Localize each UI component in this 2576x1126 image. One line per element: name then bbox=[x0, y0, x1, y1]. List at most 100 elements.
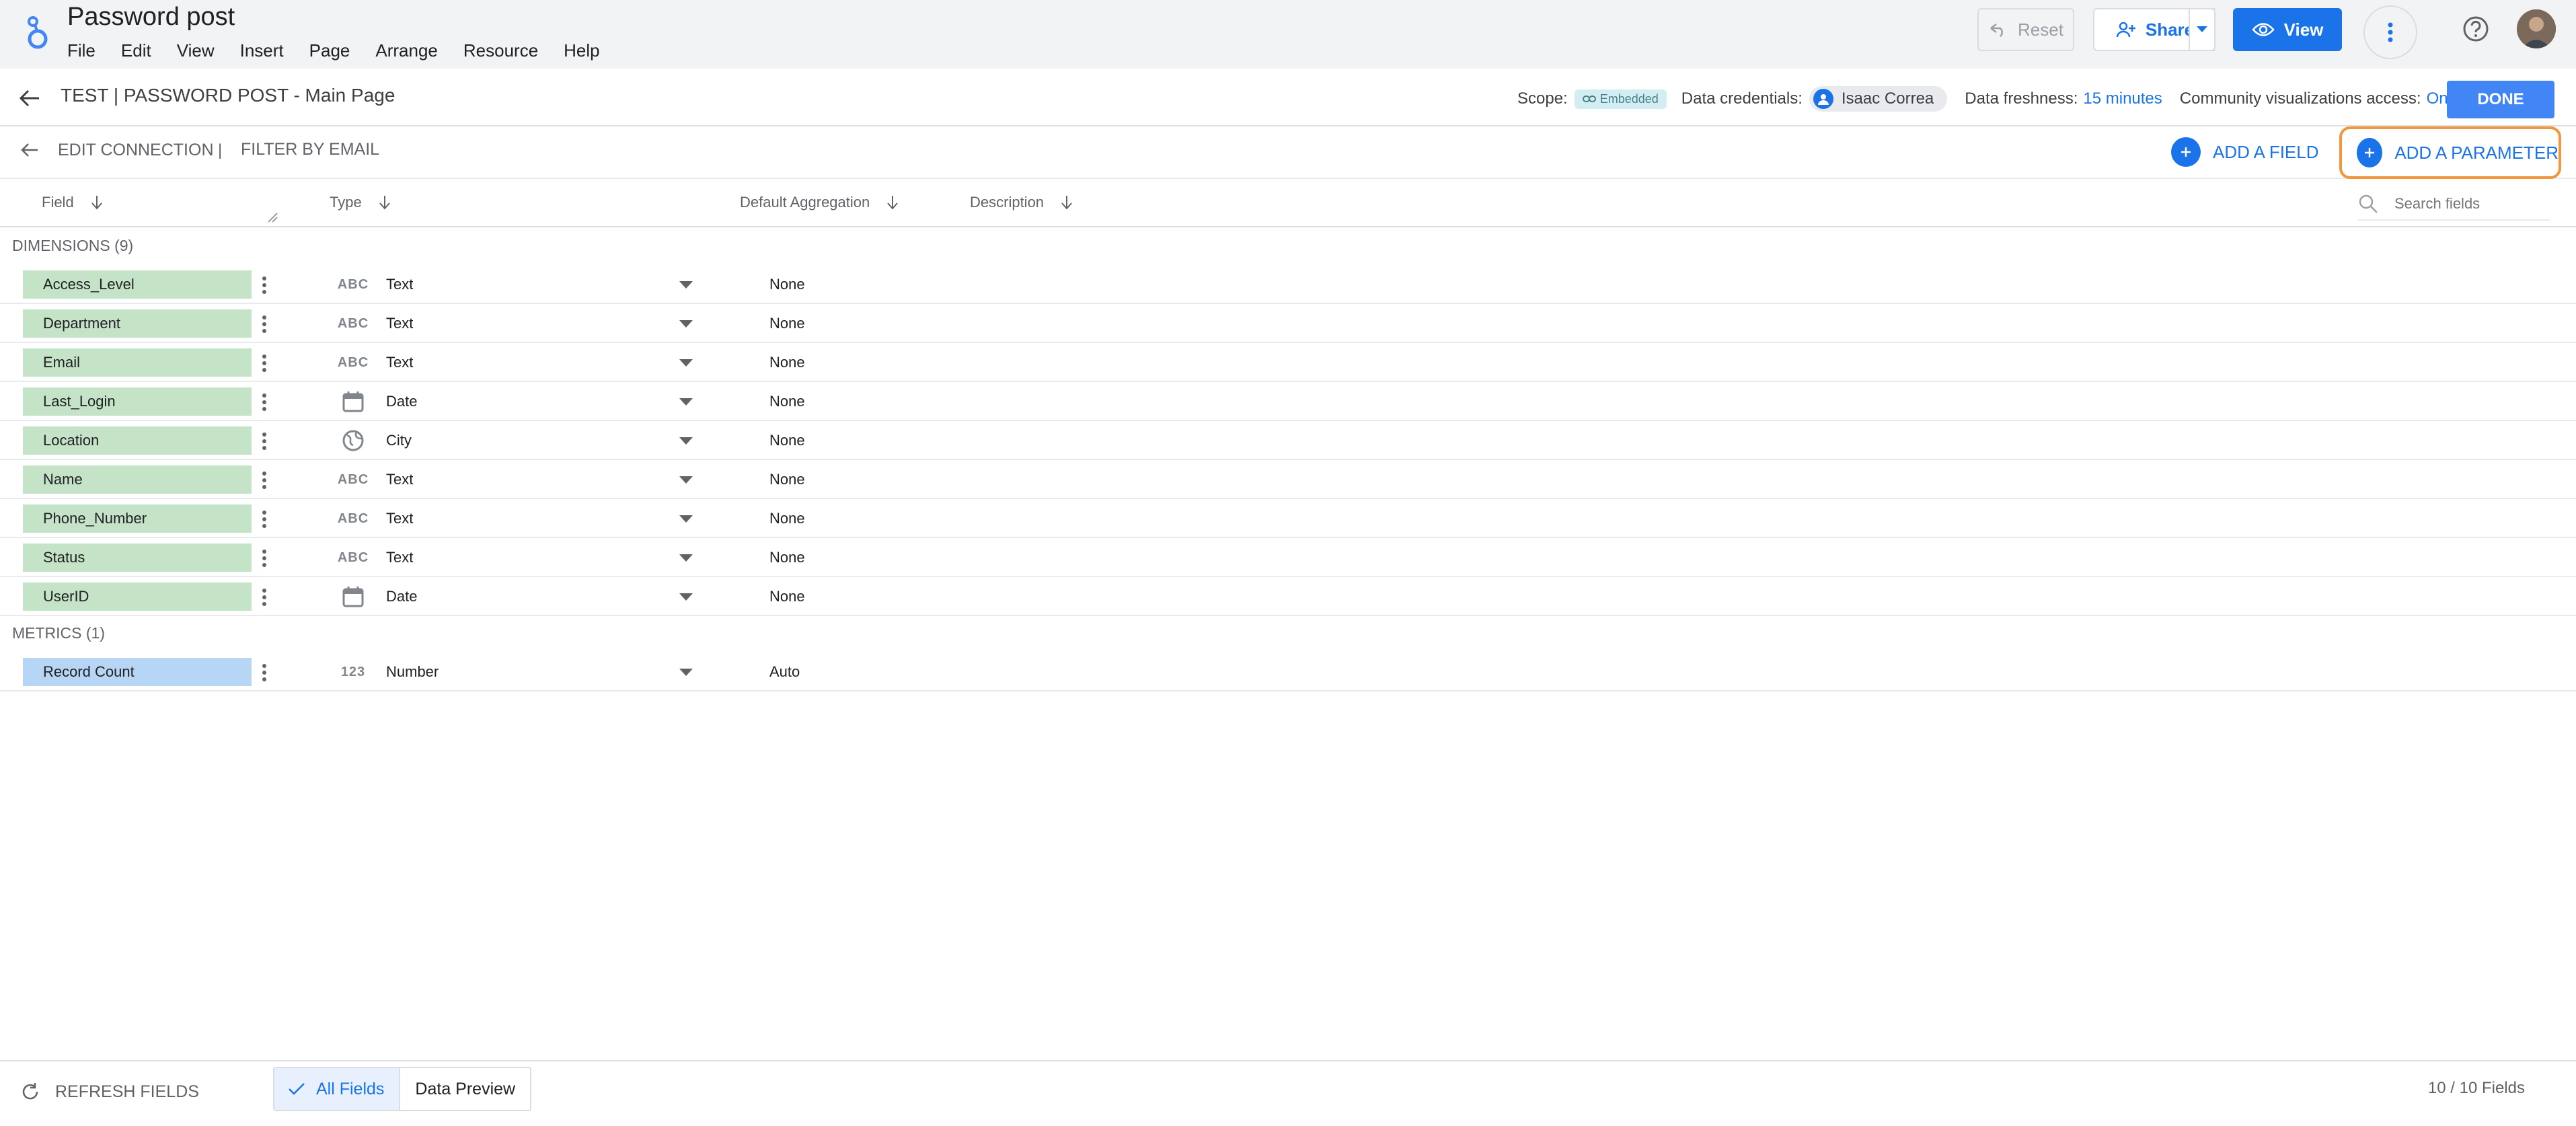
menu-file[interactable]: File bbox=[67, 40, 96, 61]
menu-bar: File Edit View Insert Page Arrange Resou… bbox=[67, 40, 600, 61]
scope-label: Scope: bbox=[1517, 89, 1568, 108]
type-select-value[interactable]: Text bbox=[386, 315, 413, 332]
reset-button[interactable]: Reset bbox=[1977, 8, 2074, 51]
table-row: Location City None bbox=[0, 421, 2576, 460]
share-dropdown-button[interactable] bbox=[2189, 8, 2215, 51]
column-header-type[interactable]: Type bbox=[330, 194, 391, 211]
refresh-fields-button[interactable]: REFRESH FIELDS bbox=[20, 1082, 199, 1102]
more-vert-icon[interactable] bbox=[254, 313, 274, 335]
text-type-icon: ABC bbox=[337, 511, 369, 526]
caret-down-icon bbox=[2197, 26, 2207, 33]
more-vert-icon[interactable] bbox=[254, 430, 274, 452]
caret-down-icon[interactable] bbox=[679, 515, 693, 523]
filter-by-email-button[interactable]: FILTER BY EMAIL bbox=[241, 140, 379, 159]
field-chip[interactable]: Email bbox=[23, 348, 252, 377]
more-vert-icon[interactable] bbox=[254, 587, 274, 608]
field-chip[interactable]: Name bbox=[23, 465, 252, 494]
aggregation-value[interactable]: None bbox=[769, 432, 805, 449]
menu-help[interactable]: Help bbox=[564, 40, 599, 61]
aggregation-value[interactable]: None bbox=[769, 588, 805, 605]
add-field-button[interactable]: ADD A FIELD bbox=[2171, 137, 2319, 167]
text-type-icon: ABC bbox=[337, 315, 369, 331]
scope-chip[interactable]: Embedded bbox=[1574, 89, 1667, 109]
field-chip[interactable]: Department bbox=[23, 309, 252, 338]
user-avatar[interactable] bbox=[2517, 9, 2556, 48]
more-options-button[interactable] bbox=[2363, 5, 2417, 59]
aggregation-value[interactable]: None bbox=[769, 315, 805, 332]
field-chip[interactable]: Access_Level bbox=[23, 270, 252, 299]
report-title[interactable]: Password post bbox=[67, 3, 235, 32]
aggregation-value[interactable]: None bbox=[769, 393, 805, 410]
type-select-value[interactable]: Date bbox=[386, 588, 417, 605]
help-icon[interactable] bbox=[2462, 15, 2490, 43]
back-arrow-icon[interactable] bbox=[16, 85, 43, 112]
table-row: Department ABC Text None bbox=[0, 304, 2576, 343]
aggregation-header-label: Default Aggregation bbox=[740, 194, 870, 211]
caret-down-icon[interactable] bbox=[679, 476, 693, 484]
type-select-value[interactable]: Text bbox=[386, 354, 413, 371]
type-select-value[interactable]: Number bbox=[386, 663, 439, 681]
text-type-icon: ABC bbox=[337, 472, 369, 487]
credentials-chip[interactable]: Isaac Correa bbox=[1809, 86, 1948, 112]
more-vert-icon[interactable] bbox=[254, 548, 274, 569]
column-header-default-aggregation[interactable]: Default Aggregation bbox=[740, 194, 899, 211]
more-vert-icon[interactable] bbox=[254, 509, 274, 530]
more-vert-icon[interactable] bbox=[254, 274, 274, 296]
type-select-value[interactable]: Text bbox=[386, 510, 413, 527]
column-header-field[interactable]: Field bbox=[42, 194, 104, 211]
number-type-icon: 123 bbox=[340, 664, 366, 679]
tab-data-preview[interactable]: Data Preview bbox=[400, 1068, 531, 1110]
field-chip[interactable]: UserID bbox=[23, 583, 252, 611]
menu-edit[interactable]: Edit bbox=[121, 40, 151, 61]
community-access-link[interactable]: On bbox=[2427, 89, 2448, 108]
freshness-link[interactable]: 15 minutes bbox=[2083, 89, 2162, 108]
back-arrow-icon bbox=[19, 140, 40, 160]
done-button[interactable]: DONE bbox=[2447, 81, 2554, 118]
looker-studio-logo-icon[interactable] bbox=[24, 12, 51, 50]
aggregation-value[interactable]: Auto bbox=[769, 663, 800, 681]
field-chip[interactable]: Last_Login bbox=[23, 387, 252, 416]
field-chip[interactable]: Record Count bbox=[23, 658, 252, 686]
caret-down-icon[interactable] bbox=[679, 320, 693, 328]
add-parameter-button[interactable]: ADD A PARAMETER bbox=[2339, 126, 2561, 179]
aggregation-value[interactable]: None bbox=[769, 354, 805, 371]
add-field-label: ADD A FIELD bbox=[2213, 141, 2319, 162]
tab-all-fields[interactable]: All Fields bbox=[274, 1068, 401, 1110]
search-fields-input[interactable] bbox=[2393, 194, 2541, 213]
aggregation-value[interactable]: None bbox=[769, 549, 805, 566]
menu-arrange[interactable]: Arrange bbox=[375, 40, 438, 61]
more-vert-icon[interactable] bbox=[254, 470, 274, 491]
menu-insert[interactable]: Insert bbox=[240, 40, 284, 61]
type-select-value[interactable]: Text bbox=[386, 276, 413, 293]
edit-connection-button[interactable]: EDIT CONNECTION bbox=[19, 140, 214, 160]
caret-down-icon[interactable] bbox=[679, 554, 693, 562]
more-vert-icon[interactable] bbox=[254, 662, 274, 683]
more-vert-icon[interactable] bbox=[254, 391, 274, 413]
link-icon bbox=[1582, 95, 1596, 103]
caret-down-icon[interactable] bbox=[679, 593, 693, 601]
type-select-value[interactable]: City bbox=[386, 432, 412, 449]
column-resize-icon[interactable] bbox=[266, 211, 278, 223]
menu-view[interactable]: View bbox=[177, 40, 215, 61]
text-type-icon: ABC bbox=[337, 354, 369, 370]
menu-page[interactable]: Page bbox=[309, 40, 350, 61]
caret-down-icon[interactable] bbox=[679, 398, 693, 406]
aggregation-value[interactable]: None bbox=[769, 471, 805, 488]
aggregation-value[interactable]: None bbox=[769, 276, 805, 293]
type-select-value[interactable]: Text bbox=[386, 549, 413, 566]
caret-down-icon[interactable] bbox=[679, 437, 693, 445]
edit-connection-label: EDIT CONNECTION bbox=[58, 140, 214, 159]
more-vert-icon[interactable] bbox=[254, 352, 274, 374]
field-chip[interactable]: Phone_Number bbox=[23, 504, 252, 533]
aggregation-value[interactable]: None bbox=[769, 510, 805, 527]
field-chip[interactable]: Location bbox=[23, 426, 252, 455]
caret-down-icon[interactable] bbox=[679, 669, 693, 677]
caret-down-icon[interactable] bbox=[679, 359, 693, 367]
type-select-value[interactable]: Date bbox=[386, 393, 417, 410]
menu-resource[interactable]: Resource bbox=[463, 40, 538, 61]
field-chip[interactable]: Status bbox=[23, 543, 252, 572]
caret-down-icon[interactable] bbox=[679, 281, 693, 289]
view-button[interactable]: View bbox=[2233, 8, 2342, 51]
column-header-description[interactable]: Description bbox=[970, 194, 1073, 211]
type-select-value[interactable]: Text bbox=[386, 471, 413, 488]
